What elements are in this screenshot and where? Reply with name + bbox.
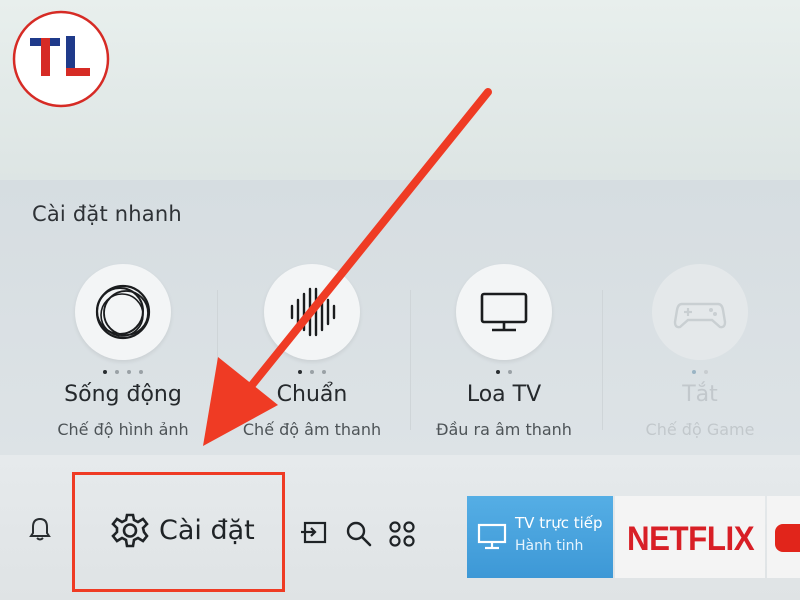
- quick-setting-game-mode[interactable]: Tắt Chế độ Game: [615, 262, 785, 452]
- pagination-dots: [419, 370, 589, 378]
- quick-setting-sub: Chế độ Game: [645, 420, 755, 439]
- youtube-logo-icon: [775, 524, 800, 552]
- divider: [410, 290, 411, 430]
- divider: [217, 290, 218, 430]
- quick-setting-sound-mode[interactable]: Chuẩn Chế độ âm thanh: [227, 262, 397, 452]
- gamepad-icon: [652, 264, 748, 360]
- quick-setting-sub: Chế độ hình ảnh: [57, 420, 189, 439]
- bell-icon[interactable]: [28, 516, 52, 542]
- quick-setting-label: Tắt: [682, 382, 718, 407]
- tv-background-top: [0, 0, 800, 180]
- tung-lan-logo: [12, 10, 110, 108]
- source-input-icon[interactable]: [300, 520, 328, 550]
- pagination-dots: [38, 370, 208, 378]
- youtube-tile[interactable]: [767, 496, 800, 578]
- circles-icon: [75, 264, 171, 360]
- tv-icon: [477, 522, 507, 556]
- search-icon[interactable]: [345, 520, 373, 552]
- gear-icon: [109, 511, 151, 557]
- quick-setting-picture-mode[interactable]: Sống động Chế độ hình ảnh: [38, 262, 208, 452]
- netflix-tile[interactable]: NETFLIX: [615, 496, 765, 578]
- quick-setting-sound-output[interactable]: Loa TV Đầu ra âm thanh: [419, 262, 589, 452]
- live-tv-tile[interactable]: TV trực tiếp Hành tinh: [467, 496, 613, 578]
- quick-settings-title: Cài đặt nhanh: [32, 202, 182, 226]
- tv-icon: [456, 264, 552, 360]
- quick-setting-sub: Đầu ra âm thanh: [436, 420, 572, 439]
- quick-setting-sub: Chế độ âm thanh: [242, 420, 382, 439]
- apps-icon[interactable]: [388, 520, 416, 552]
- live-tv-title: TV trực tiếp: [515, 514, 603, 532]
- pagination-dots: [227, 370, 397, 378]
- settings-button[interactable]: Cài đặt: [72, 472, 285, 592]
- sound-wave-icon: [264, 264, 360, 360]
- netflix-logo: NETFLIX: [627, 520, 755, 558]
- quick-setting-label: Sống động: [64, 382, 182, 407]
- settings-label: Cài đặt: [159, 515, 255, 546]
- quick-setting-label: Loa TV: [466, 382, 542, 407]
- quick-setting-label: Chuẩn: [276, 382, 348, 407]
- divider: [602, 290, 603, 430]
- live-tv-channel: Hành tinh: [515, 538, 584, 554]
- pagination-dots: [615, 370, 785, 378]
